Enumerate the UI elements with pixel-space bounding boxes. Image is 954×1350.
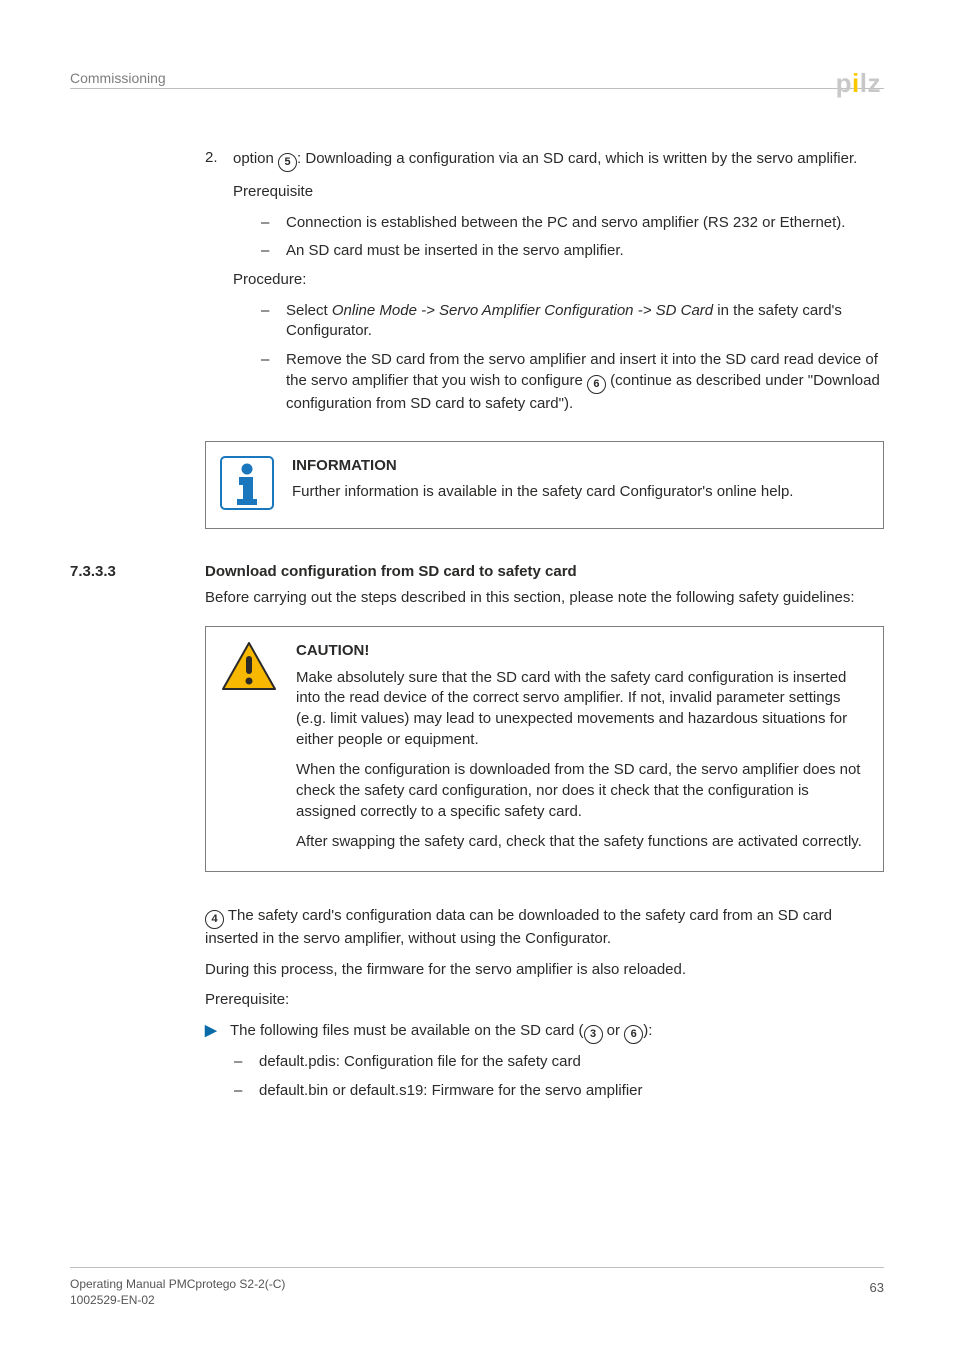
text: : Downloading a configuration via an SD … [297,150,857,167]
step-2-lead: option 5: Downloading a configuration vi… [233,149,884,172]
info-body: Further information is available in the … [292,482,867,502]
info-heading: INFORMATION [292,456,867,476]
circled-5-icon: 5 [278,153,297,172]
text: default.bin or default.s19: Firmware for… [259,1081,884,1102]
text: or [603,1022,625,1039]
step-2: 2. option 5: Downloading a configuration… [205,149,884,423]
dash-icon: – [261,350,286,414]
text-italic: Online Mode -> Servo Amplifier Configura… [332,302,713,319]
step-number: 2. [205,149,233,423]
dash-icon: – [261,301,286,342]
footer-title: Operating Manual PMCprotego S2-2(-C) [70,1276,285,1292]
logo: pilz [836,68,881,99]
list-item: – default.pdis: Configuration file for t… [234,1052,884,1073]
caution-box: CAUTION! Make absolutely sure that the S… [205,626,884,872]
list-item: – Remove the SD card from the servo ampl… [261,350,884,414]
page-footer: Operating Manual PMCprotego S2-2(-C) 100… [70,1267,884,1308]
information-box: INFORMATION Further information is avail… [205,441,884,529]
logo-part-post: lz [860,68,881,98]
header-rule [70,88,884,89]
circled-4-icon: 4 [205,910,224,929]
caution-p3: After swapping the safety card, check th… [296,832,867,853]
circled-3-icon: 3 [584,1025,603,1044]
running-head: Commissioning [70,70,884,86]
logo-part-pre: p [836,68,852,98]
page-number: 63 [870,1276,884,1295]
circled-6-icon: 6 [624,1025,643,1044]
footer-docnum: 1002529-EN-02 [70,1292,285,1308]
section-heading-row: 7.3.3.3 Download configuration from SD c… [70,563,884,580]
caution-heading: CAUTION! [296,641,867,661]
dash-icon: – [261,241,286,262]
dash-icon: – [234,1081,259,1102]
circled-6-icon: 6 [587,375,606,394]
procedure-label: Procedure: [233,270,884,291]
text: The safety card's configuration data can… [205,907,832,947]
list-item: – An SD card must be inserted in the ser… [261,241,884,262]
list-item: – Connection is established between the … [261,213,884,234]
dash-icon: – [234,1052,259,1073]
paragraph: 4 The safety card's configuration data c… [205,906,884,950]
section-number: 7.3.3.3 [70,563,205,580]
section-intro: Before carrying out the steps described … [205,588,884,609]
text: option [233,150,278,167]
paragraph: During this process, the firmware for th… [205,960,884,981]
caution-p1: Make absolutely sure that the SD card wi… [296,668,867,751]
paragraph: Prerequisite: [205,990,884,1011]
list-item: – default.bin or default.s19: Firmware f… [234,1081,884,1102]
logo-part-dot: i [852,68,860,98]
triangle-bullet-icon: ▶ [205,1021,230,1109]
text: Connection is established between the PC… [286,213,884,234]
body-content: 2. option 5: Downloading a configuration… [70,149,884,529]
text: The following files must be available on… [230,1022,584,1039]
list-item: ▶ The following files must be available … [205,1021,884,1109]
caution-icon [220,641,278,853]
prerequisite-label: Prerequisite [233,182,884,203]
text: Select Online Mode -> Servo Amplifier Co… [286,301,884,342]
dash-icon: – [261,213,286,234]
text: ): [643,1022,652,1039]
list-item: – Select Online Mode -> Servo Amplifier … [261,301,884,342]
section-title: Download configuration from SD card to s… [205,563,577,580]
text: Remove the SD card from the servo amplif… [286,350,884,414]
text: An SD card must be inserted in the servo… [286,241,884,262]
information-icon [220,456,274,510]
text: Select [286,302,332,319]
caution-p2: When the configuration is downloaded fro… [296,760,867,822]
text: default.pdis: Configuration file for the… [259,1052,884,1073]
